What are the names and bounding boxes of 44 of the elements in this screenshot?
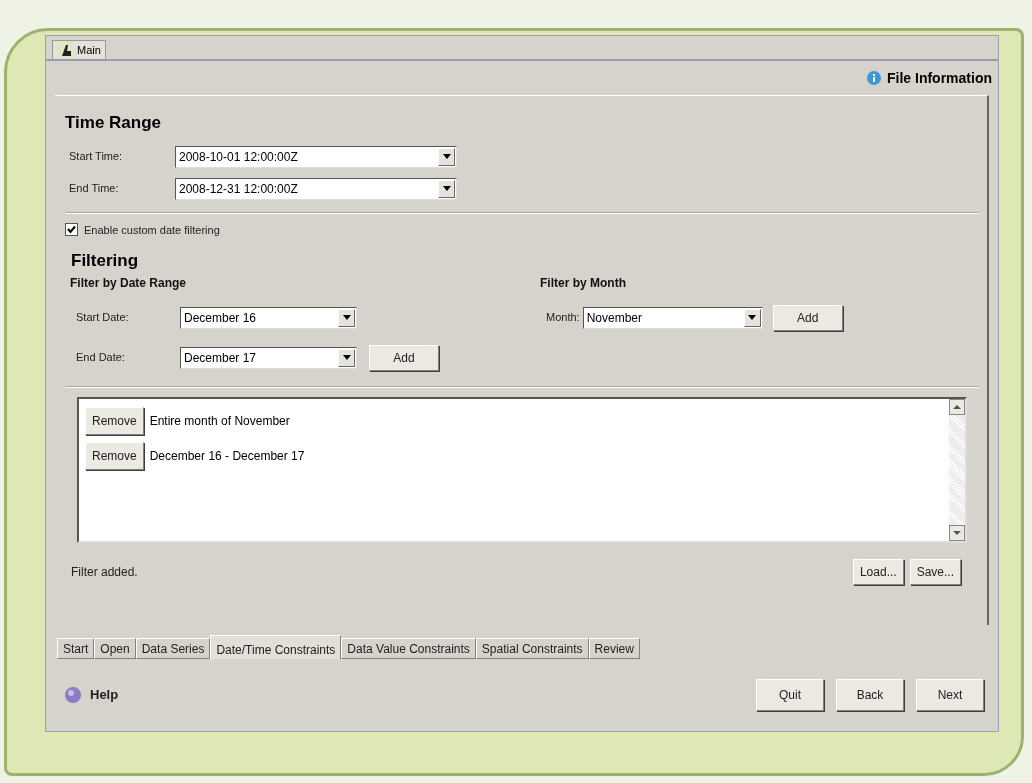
field-label: End Time: (69, 181, 120, 197)
wizard-tab[interactable]: Spatial Constraints (475, 638, 589, 659)
time-dropdown[interactable]: 2008-12-31 12:00:00Z (175, 177, 457, 200)
wizard-tab[interactable]: Start (57, 638, 95, 659)
help-icon (64, 686, 82, 704)
remove-button[interactable]: Remove (85, 406, 144, 435)
load-button[interactable]: Load... (852, 558, 904, 585)
scroll-up-icon[interactable] (949, 398, 965, 415)
remove-button[interactable]: Remove (85, 441, 144, 470)
info-icon (867, 71, 881, 85)
field-label: Start Date: (76, 310, 130, 326)
file-information-link[interactable]: File Information (887, 67, 992, 89)
wizard-tab[interactable]: Review (588, 638, 640, 659)
wizard-tab[interactable]: Date/Time Constraints (210, 635, 342, 659)
filter-entry: Entire month of November (149, 412, 290, 430)
nav-button[interactable]: Quit (756, 679, 824, 711)
section-heading: Time Range (65, 112, 163, 134)
field-label: End Date: (76, 350, 126, 366)
main-tab[interactable]: Main (52, 40, 106, 59)
figure-icon (57, 42, 73, 58)
subsection-heading: Filter by Date Range (70, 274, 188, 292)
wizard-tab[interactable]: Open (94, 638, 136, 659)
wizard-tab[interactable]: Data Series (135, 638, 211, 659)
date-dropdown[interactable]: December 16 (180, 306, 357, 329)
checkbox-label: Enable custom date filtering (84, 222, 220, 238)
help-link[interactable]: Help (90, 685, 119, 705)
checkbox[interactable] (65, 223, 78, 237)
section-heading: Filtering (71, 250, 140, 272)
add-button[interactable]: Add (772, 304, 843, 331)
date-dropdown[interactable]: December 17 (180, 346, 357, 369)
nav-button[interactable]: Next (916, 679, 984, 711)
status-message: Filter added. (71, 563, 138, 581)
subsection-heading: Filter by Month (540, 274, 627, 292)
field-label: Start Time: (69, 149, 124, 165)
scroll-down-icon[interactable] (949, 524, 965, 541)
time-dropdown[interactable]: 2008-10-01 12:00:00Z (175, 145, 457, 168)
scrollbar[interactable] (949, 398, 965, 541)
save-button[interactable]: Save... (909, 558, 961, 585)
field-label: Month: (546, 310, 580, 326)
month-dropdown[interactable]: November (582, 306, 763, 329)
nav-button[interactable]: Back (836, 679, 904, 711)
wizard-tab[interactable]: Data Value Constraints (341, 638, 476, 659)
add-button[interactable]: Add (369, 344, 439, 371)
filter-entry: December 16 - December 17 (149, 447, 305, 465)
